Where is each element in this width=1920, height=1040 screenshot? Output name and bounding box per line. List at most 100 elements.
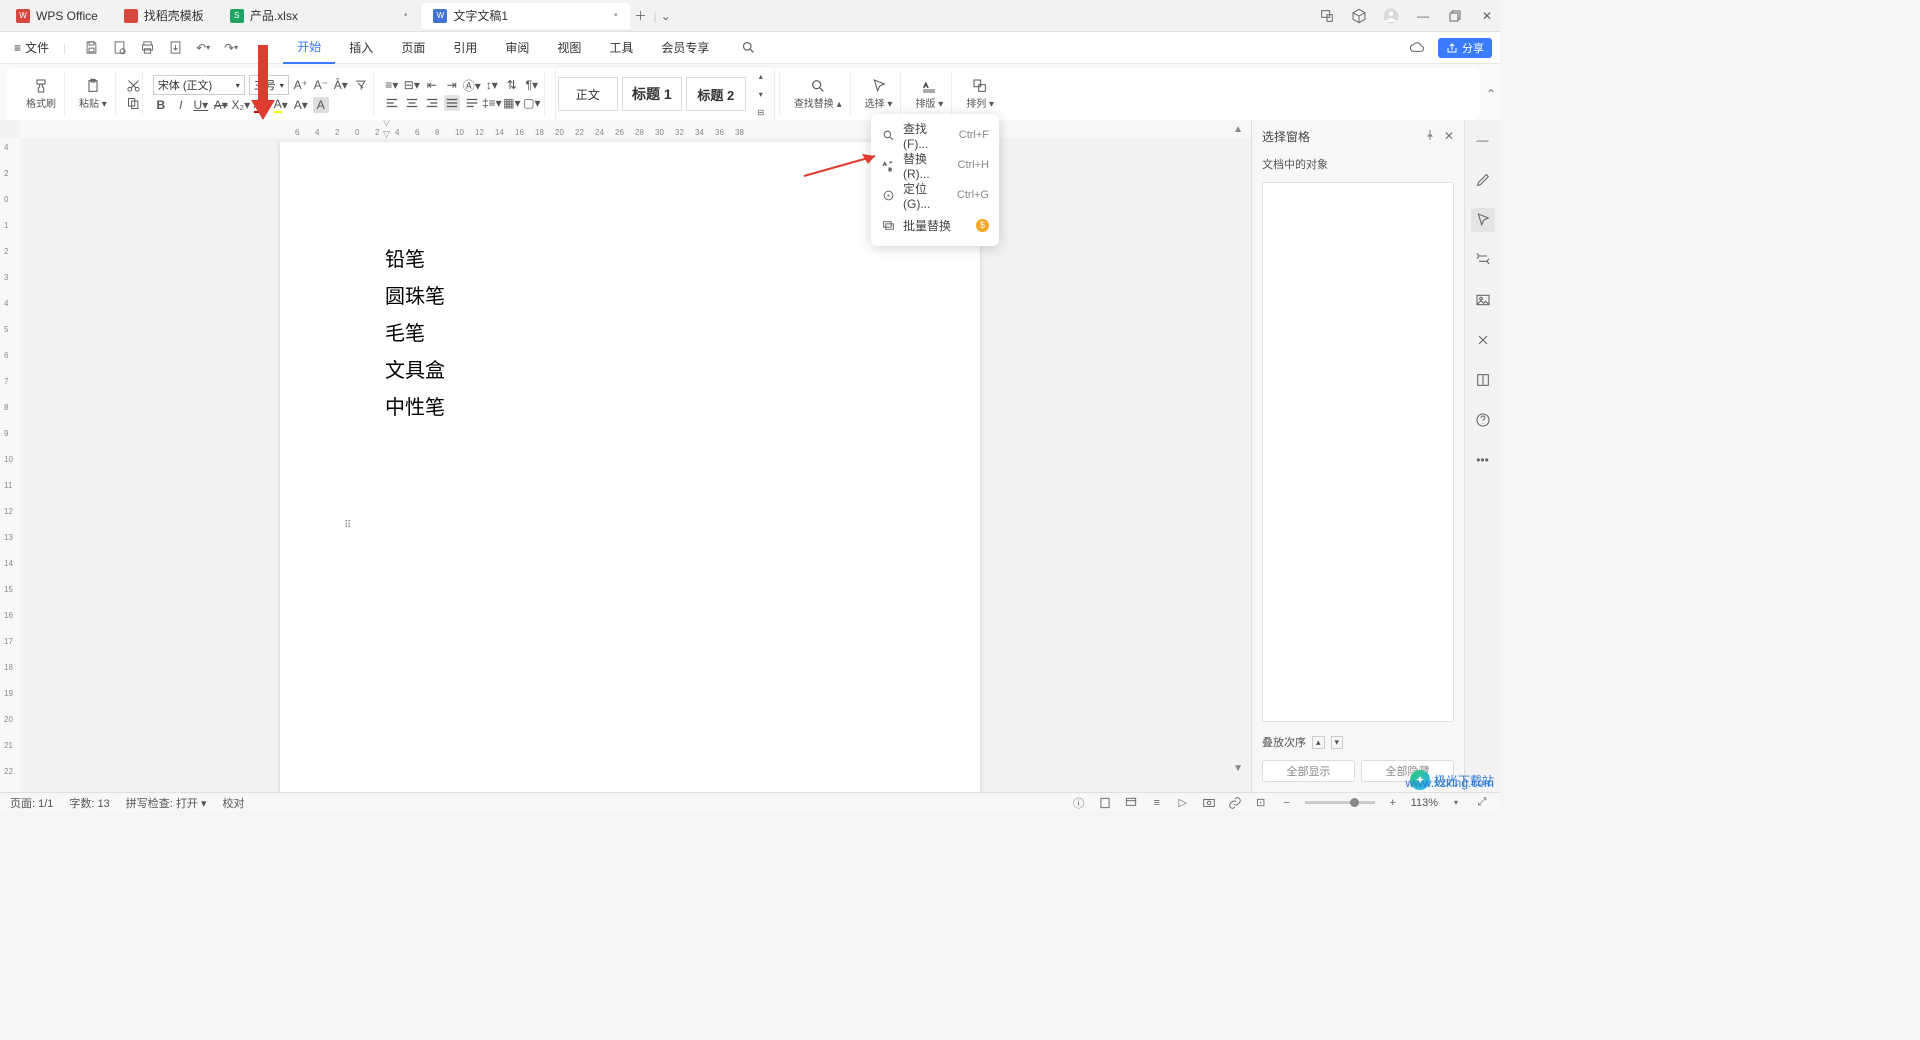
tab-start[interactable]: 开始	[283, 32, 335, 64]
zoom-fit-icon[interactable]: ⊡	[1253, 795, 1269, 811]
align-justify-icon[interactable]	[444, 95, 460, 111]
avatar-icon[interactable]	[1382, 7, 1400, 25]
style-heading1[interactable]: 标题 1	[622, 77, 682, 111]
style-body[interactable]: 正文	[558, 77, 618, 111]
maximize-button[interactable]	[1446, 7, 1464, 25]
find-replace-button[interactable]: 查找替换 ▴	[790, 78, 846, 110]
book-strip-icon[interactable]	[1471, 368, 1495, 392]
highlight-icon[interactable]: A▾	[273, 97, 289, 113]
cloud-icon[interactable]	[1408, 39, 1426, 57]
close-panel-icon[interactable]: ✕	[1444, 129, 1454, 143]
more-strip-icon[interactable]: •••	[1471, 448, 1495, 472]
print-preview-icon[interactable]	[110, 39, 128, 57]
view-read-icon[interactable]: ▷	[1175, 795, 1191, 811]
char-border-icon[interactable]: A	[313, 97, 329, 113]
scroll-down-icon[interactable]: ▼	[1233, 763, 1243, 774]
borders-icon[interactable]: ▢▾	[524, 95, 540, 111]
format-painter-button[interactable]: 格式刷	[22, 78, 60, 110]
search-icon[interactable]	[739, 39, 757, 57]
line-drag-handle[interactable]: ⠿	[344, 520, 352, 531]
dropdown-goto[interactable]: 定位(G)... Ctrl+G	[871, 180, 999, 210]
numbered-list-icon[interactable]: ⊟▾	[404, 77, 420, 93]
select-button[interactable]: 选择 ▾	[861, 78, 897, 110]
superscript-icon[interactable]: X₂▾	[233, 97, 249, 113]
app-tab-xlsx[interactable]: S 产品.xlsx •	[218, 3, 420, 29]
bullet-list-icon[interactable]: ≡▾	[384, 77, 400, 93]
move-down-button[interactable]: ▾	[1331, 736, 1344, 749]
style-heading2[interactable]: 标题 2	[686, 77, 746, 111]
tab-reference[interactable]: 引用	[439, 32, 491, 64]
font-size-select[interactable]: 三号▾	[249, 75, 289, 95]
tab-list-button[interactable]: ⌄	[657, 7, 675, 25]
status-proofread[interactable]: 校对	[222, 795, 244, 811]
zoom-out-button[interactable]: −	[1279, 795, 1295, 811]
align-right-icon[interactable]	[424, 95, 440, 111]
bold-icon[interactable]: B	[153, 97, 169, 113]
tab-tools[interactable]: 工具	[595, 32, 647, 64]
strike-icon[interactable]: A▾	[213, 97, 229, 113]
align-left-icon[interactable]	[384, 95, 400, 111]
app-tab-writer[interactable]: W 文字文稿1 •	[421, 3, 629, 29]
settings-strip-icon[interactable]	[1471, 248, 1495, 272]
devices-icon[interactable]	[1318, 7, 1336, 25]
edit-tool-icon[interactable]	[1471, 168, 1495, 192]
minimize-button[interactable]: —	[1414, 7, 1432, 25]
tab-member[interactable]: 会员专享	[647, 32, 723, 64]
link-icon[interactable]	[1227, 795, 1243, 811]
decrease-indent-icon[interactable]: ⇤	[424, 77, 440, 93]
vertical-ruler[interactable]: 42012345678910111213141516171819202122	[0, 138, 20, 792]
view-page-icon[interactable]	[1097, 795, 1113, 811]
tab-view[interactable]: 视图	[543, 32, 595, 64]
decrease-font-icon[interactable]: A⁻	[313, 77, 329, 93]
toolbox-strip-icon[interactable]	[1471, 328, 1495, 352]
style-expand-icon[interactable]: ⊟	[753, 104, 769, 120]
undo-button[interactable]: ↶▾	[194, 39, 212, 57]
save-icon[interactable]	[82, 39, 100, 57]
tab-insert[interactable]: 插入	[335, 32, 387, 64]
change-case-icon[interactable]: Ȃ▾	[333, 77, 349, 93]
app-tab-template[interactable]: 找稻壳模板	[112, 3, 216, 29]
font-name-select[interactable]: 宋体 (正文)▾	[153, 75, 245, 95]
view-outline-icon[interactable]: ≡	[1149, 795, 1165, 811]
panel-object-list[interactable]	[1262, 182, 1454, 722]
horizontal-ruler[interactable]: ▽ ▽ 642024681012141618202224262830323436…	[20, 120, 1251, 138]
distribute-icon[interactable]	[464, 95, 480, 111]
app-tab-wps[interactable]: W WPS Office	[4, 3, 110, 29]
minimize-panel-icon[interactable]: —	[1471, 128, 1495, 152]
clear-format-icon[interactable]	[353, 77, 369, 93]
font-color-icon[interactable]: A▾	[253, 97, 269, 113]
char-shading-icon[interactable]: A▾	[293, 97, 309, 113]
increase-font-icon[interactable]: A⁺	[293, 77, 309, 93]
paste-button[interactable]: 粘贴 ▾	[75, 78, 111, 110]
scroll-up-icon[interactable]: ▲	[1233, 124, 1243, 135]
dropdown-find[interactable]: 查找(F)... Ctrl+F	[871, 120, 999, 150]
zoom-level[interactable]: 113%	[1411, 797, 1438, 809]
sort-icon[interactable]: ⇅	[504, 77, 520, 93]
line-spacing-icon[interactable]: ‡≡▾	[484, 95, 500, 111]
share-button[interactable]: 分享	[1438, 38, 1492, 58]
zoom-slider[interactable]	[1305, 801, 1375, 804]
close-window-button[interactable]: ✕	[1478, 7, 1496, 25]
zoom-in-button[interactable]: +	[1385, 795, 1401, 811]
view-write-icon[interactable]	[1201, 795, 1217, 811]
text-direction-icon[interactable]: ↕▾	[484, 77, 500, 93]
help-strip-icon[interactable]	[1471, 408, 1495, 432]
dropdown-batch-replace[interactable]: 批量替换 $	[871, 210, 999, 240]
status-page[interactable]: 页面: 1/1	[10, 795, 53, 811]
print-icon[interactable]	[138, 39, 156, 57]
style-prev-icon[interactable]: ▴	[753, 68, 769, 84]
zoom-dropdown-icon[interactable]: ▾	[1448, 795, 1464, 811]
text-fit-icon[interactable]: Ⓐ▾	[464, 77, 480, 93]
show-all-button[interactable]: 全部显示	[1262, 760, 1355, 782]
show-marks-icon[interactable]: ¶▾	[524, 77, 540, 93]
arrange-button[interactable]: 排列 ▾	[962, 78, 998, 110]
image-strip-icon[interactable]	[1471, 288, 1495, 312]
move-up-button[interactable]: ▴	[1312, 736, 1325, 749]
export-icon[interactable]	[166, 39, 184, 57]
tab-review[interactable]: 审阅	[491, 32, 543, 64]
collapse-ribbon-button[interactable]: ⌃	[1482, 64, 1500, 124]
status-words[interactable]: 字数: 13	[69, 795, 109, 811]
style-next-icon[interactable]: ▾	[753, 86, 769, 102]
italic-icon[interactable]: I	[173, 97, 189, 113]
tab-page[interactable]: 页面	[387, 32, 439, 64]
